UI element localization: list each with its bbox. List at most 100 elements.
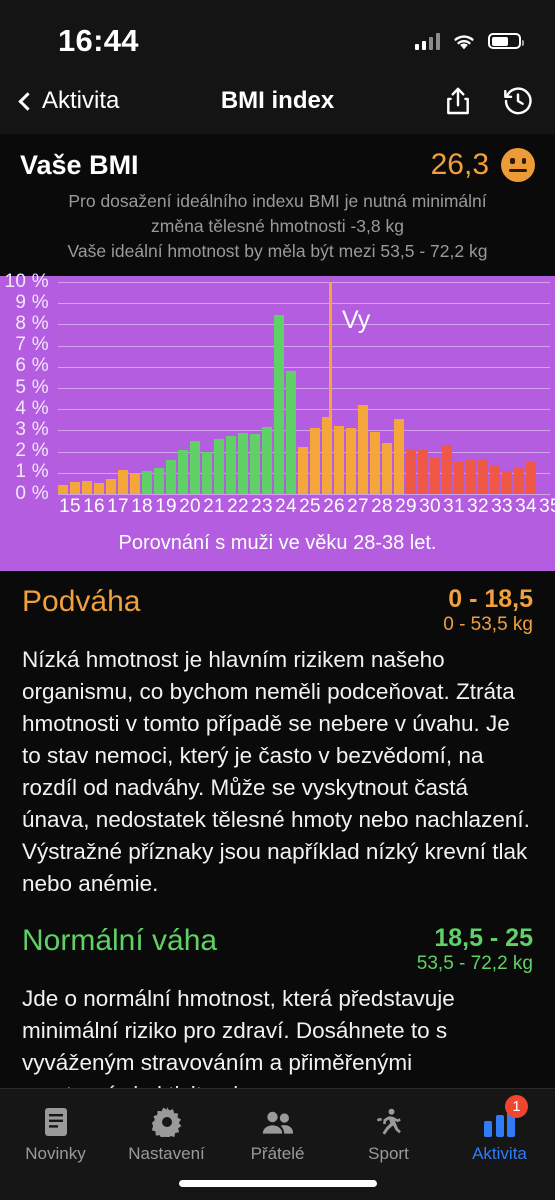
chart-bar [466, 459, 476, 494]
chart-bar [298, 446, 308, 494]
chart-bar [454, 461, 464, 494]
chart-x-tick: 33 [491, 495, 513, 517]
chart-bar [418, 450, 428, 494]
chart-x-tick: 25 [299, 495, 321, 517]
tab-aktivita[interactable]: 1 Aktivita [444, 1095, 555, 1164]
chart-y-tick: 1 % [15, 461, 49, 483]
chart-bar [69, 481, 80, 494]
chart-x-tick: 20 [179, 495, 201, 517]
chart-bar [262, 426, 272, 494]
chart-x-tick: 21 [203, 495, 225, 517]
chart-bar [310, 427, 320, 494]
chart-bar [526, 461, 536, 494]
bmi-category: Podváha 0 - 18,5 0 - 53,5 kg Nízká hmotnost… [22, 585, 533, 900]
status-bar-indicators [415, 32, 524, 51]
bmi-category-weight-range: 53,5 - 72,2 kg [416, 952, 533, 974]
bmi-category: Normální váha 18,5 - 25 53,5 - 72,2 kg Jde … [22, 924, 533, 1111]
neutral-face-icon [501, 148, 535, 182]
chart-bars [58, 282, 550, 494]
bmi-category-list: Podváha 0 - 18,5 0 - 53,5 kg Nízká hmotnost… [0, 571, 555, 1112]
chart-x-tick: 34 [515, 495, 537, 517]
status-bar: 16:44 [0, 0, 555, 68]
tab-label: Nastavení [128, 1144, 205, 1163]
bmi-category-range: 0 - 18,5 [448, 584, 533, 613]
bmi-category-name: Normální váha [22, 923, 218, 957]
chart-bar [190, 440, 200, 494]
bmi-note-line-3: Vaše ideální hmotnost by měla být mezi 5… [67, 240, 488, 261]
tab-nastaven[interactable]: Nastavení [111, 1103, 222, 1164]
bmi-category-ranges: 18,5 - 25 53,5 - 72,2 kg [417, 924, 533, 977]
chart-bar [178, 450, 188, 494]
chart-y-tick: 4 % [15, 397, 49, 419]
chart-x-tick: 19 [155, 495, 177, 517]
chart-bar [106, 478, 116, 494]
chevron-left-icon [18, 91, 37, 111]
friends-people-icon [262, 1103, 294, 1137]
chart-canvas: Vy [58, 281, 550, 495]
chart-bar [154, 468, 164, 494]
tab-ptel[interactable]: Přátelé [222, 1103, 333, 1164]
chart-x-tick: 23 [251, 495, 273, 517]
running-person-icon [374, 1103, 404, 1137]
chart-x-tick: 18 [131, 495, 153, 517]
tab-novinky[interactable]: Novinky [0, 1103, 111, 1164]
chart-bar [250, 434, 260, 494]
bmi-summary-note: Pro dosažení ideálního indexu BMI je nut… [20, 189, 535, 264]
history-clock-icon[interactable] [503, 86, 533, 116]
chart-bar [502, 471, 512, 494]
chart-x-tick: 26 [323, 495, 345, 517]
chart-y-tick: 3 % [15, 418, 49, 440]
bmi-category-range: 18,5 - 25 [434, 923, 533, 952]
chart-y-tick: 8 % [15, 312, 49, 334]
chart-x-tick: 16 [83, 495, 105, 517]
chart-x-tick: 29 [395, 495, 417, 517]
bmi-value: 26,3 [430, 148, 489, 181]
chart-plot-area: 0 % 1 % 2 % 3 % 4 % 5 % 6 % 7 % 8 % 9 % 10 % Vy [0, 271, 555, 504]
gear-icon [151, 1103, 182, 1137]
chart-bar [442, 444, 452, 494]
chart-bar [334, 425, 344, 494]
chart-x-tick: 22 [227, 495, 249, 517]
chart-y-axis: 0 % 1 % 2 % 3 % 4 % 5 % 6 % 7 % 8 % 9 % 10 % [0, 271, 58, 504]
back-button[interactable]: Aktivita [16, 87, 119, 115]
chart-x-tick: 24 [275, 495, 297, 517]
app-screen: 16:44 Aktivita BMI index Vaše BMI 26,3 P… [0, 0, 555, 1200]
chart-bar [166, 459, 176, 494]
chart-bar [478, 459, 488, 494]
status-bar-clock: 16:44 [58, 23, 139, 58]
chart-y-tick: 5 % [15, 376, 49, 398]
tab-sport[interactable]: Sport [333, 1103, 444, 1164]
wifi-icon [454, 34, 474, 49]
tab-label: Sport [368, 1144, 409, 1163]
chart-bar [406, 449, 416, 494]
chart-y-tick: 0 % [15, 482, 49, 504]
chart-bar [142, 471, 152, 494]
activity-bars-icon: 1 [484, 1095, 528, 1137]
share-icon[interactable] [443, 86, 473, 116]
navigation-bar: Aktivita BMI index [0, 68, 555, 134]
chart-bar [93, 482, 104, 494]
cellular-signal-icon [415, 32, 440, 50]
battery-icon [488, 33, 524, 49]
bmi-summary-title: Vaše BMI [20, 149, 139, 180]
bmi-category-description: Nízká hmotnost je hlavním rizikem našeho… [22, 647, 530, 896]
tab-label: Novinky [25, 1144, 86, 1163]
tab-label: Přátelé [250, 1144, 305, 1163]
chart-x-tick: 32 [467, 495, 489, 517]
chart-y-tick: 2 % [15, 440, 49, 462]
chart-bar [58, 485, 68, 494]
tab-badge: 1 [505, 1095, 528, 1118]
chart-bar [514, 468, 524, 494]
chart-y-tick: 7 % [15, 334, 49, 356]
chart-bar [394, 419, 404, 494]
bmi-category-header: Podváha 0 - 18,5 0 - 53,5 kg [22, 585, 533, 638]
chart-bar [490, 465, 500, 494]
chart-bar [238, 433, 248, 494]
chart-x-tick: 30 [419, 495, 441, 517]
bmi-note-line-1: Pro dosažení ideálního indexu BMI je nut… [68, 191, 487, 211]
chart-y-tick: 6 % [15, 355, 49, 377]
bmi-summary: Vaše BMI 26,3 Pro dosažení ideálního ind… [0, 134, 555, 276]
bmi-category-ranges: 0 - 18,5 0 - 53,5 kg [443, 585, 533, 638]
chart-y-tick: 9 % [15, 291, 49, 313]
chart-user-marker-label: Vy [341, 305, 371, 334]
